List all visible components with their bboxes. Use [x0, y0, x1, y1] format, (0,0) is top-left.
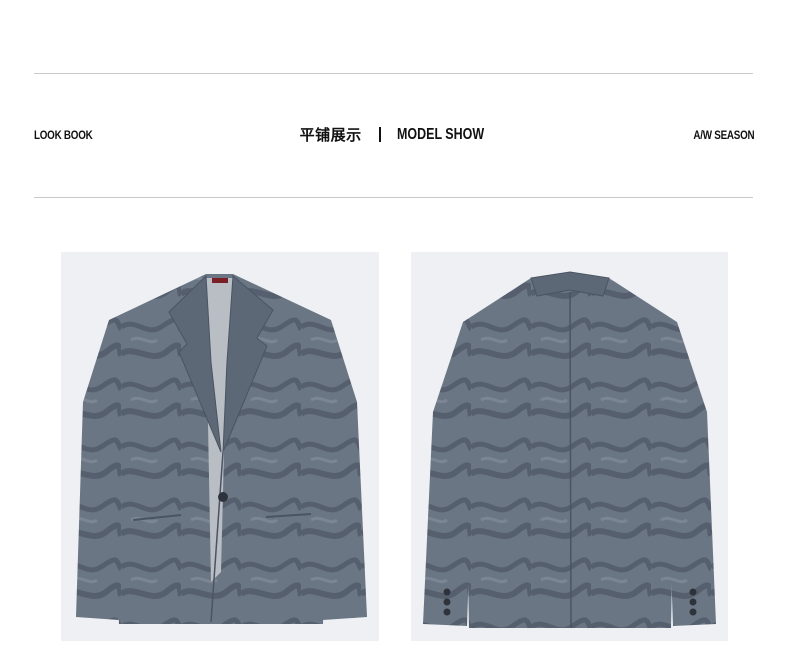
season-label: A/W SEASON [693, 128, 754, 142]
top-divider [34, 73, 753, 74]
blazer-back-illustration [411, 252, 728, 641]
section-title-en: MODEL SHOW [396, 125, 484, 143]
blazer-front-illustration [61, 252, 379, 641]
section-title-cn: 平铺展示 [299, 126, 362, 144]
blazer-front-image [61, 252, 379, 641]
bottom-divider [34, 197, 753, 198]
section-title: 平铺展示 MODEL SHOW [0, 124, 790, 145]
title-separator [378, 127, 381, 142]
blazer-back-image [411, 252, 728, 641]
